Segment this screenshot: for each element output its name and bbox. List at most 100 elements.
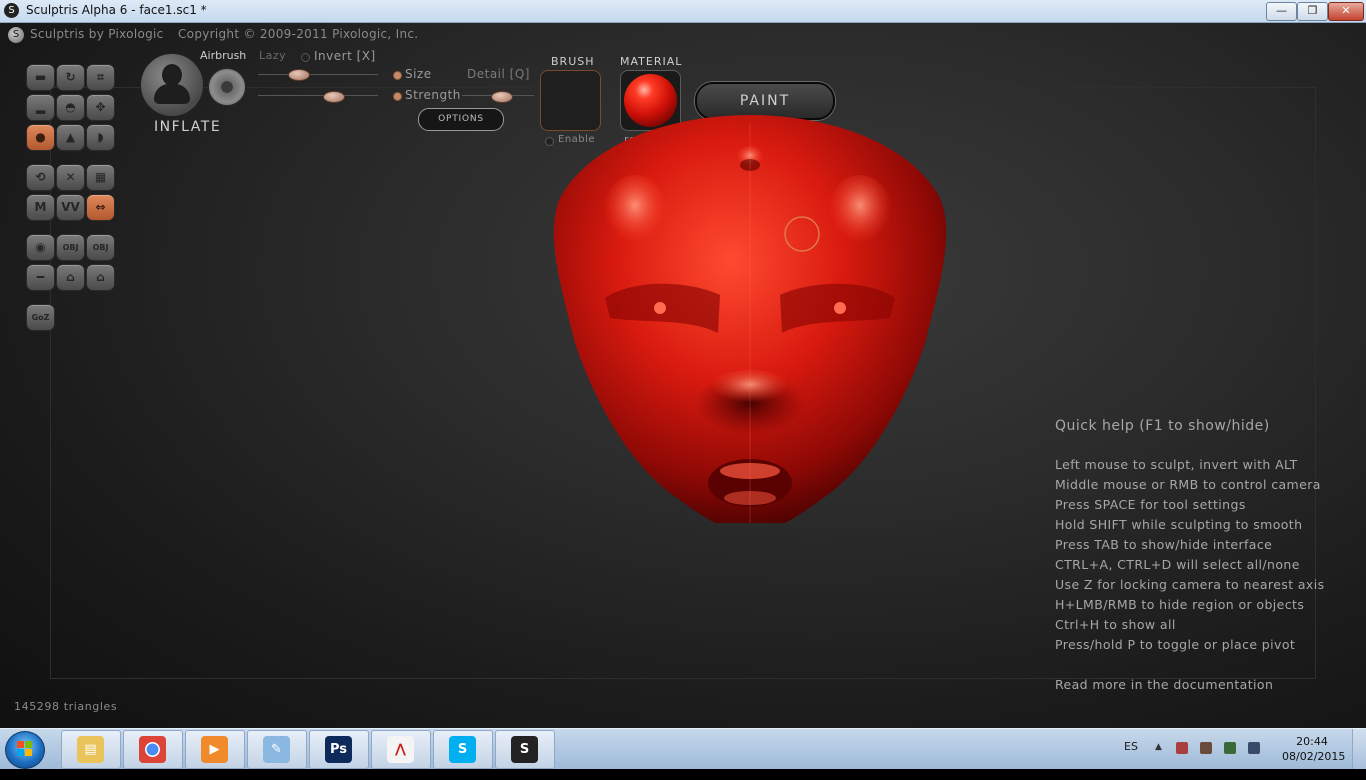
mask-tool-button[interactable]: ✕ (56, 164, 85, 191)
taskbar-acrobat-button[interactable]: ⋀ (371, 730, 431, 769)
taskbar-chrome-button[interactable] (123, 730, 183, 769)
crease-icon: ▬ (34, 70, 47, 84)
quick-help-line: Hold SHIFT while sculpting to smooth (1055, 517, 1303, 532)
notepad-icon: ✎ (263, 736, 290, 763)
strength-indicator-dot (393, 92, 402, 101)
rotate-icon: ↻ (65, 70, 76, 84)
minimize-button[interactable]: — (1266, 2, 1297, 21)
flatten-tool-button[interactable]: ▂ (26, 94, 55, 121)
strength-slider-knob[interactable] (323, 91, 345, 103)
airbrush-toggle[interactable] (208, 68, 246, 106)
save-icon: ⌂ (66, 270, 75, 284)
size-label: Size (405, 67, 432, 81)
goz-tool-button[interactable]: GoZ (26, 304, 55, 331)
strength-slider-track[interactable] (258, 95, 378, 96)
network-icon[interactable] (1224, 742, 1236, 754)
quick-help-line: Middle mouse or RMB to control camera (1055, 477, 1321, 492)
obj-export-tool-button[interactable]: OBJ (86, 234, 115, 261)
sculptris-workspace[interactable]: S Sculptris by Pixologic Copyright © 200… (0, 23, 1366, 728)
obj-import-tool-button[interactable]: OBJ (56, 234, 85, 261)
taskbar-sculptris-button[interactable]: S (495, 730, 555, 769)
taskbar-photoshop-button[interactable]: Ps (309, 730, 369, 769)
explorer-icon: ▤ (77, 736, 104, 763)
m-tool-button[interactable]: M (26, 194, 55, 221)
brush-icon-inflate[interactable] (140, 53, 204, 117)
brush-avatar-head (162, 64, 182, 86)
detail-label: Detail [Q] (467, 67, 530, 81)
brush-name: INFLATE (154, 119, 222, 135)
action-center-icon[interactable] (1176, 742, 1188, 754)
size-slider-track[interactable] (258, 74, 378, 75)
maximize-button[interactable]: ❐ (1297, 2, 1328, 21)
detail-slider-knob[interactable] (490, 91, 513, 103)
skype-icon: S (449, 736, 476, 763)
clock-date: 08/02/2015 (1282, 750, 1346, 763)
material-icon: ◉ (35, 240, 46, 254)
quick-help-line: H+LMB/RMB to hide region or objects (1055, 597, 1305, 612)
smooth-icon: ◗ (97, 130, 104, 144)
symmetry-tool-button[interactable]: ⇔ (86, 194, 115, 221)
show-hidden-icons-icon[interactable]: ▲ (1155, 742, 1167, 754)
flatten-icon: ▂ (35, 100, 46, 114)
show-desktop-button[interactable] (1352, 729, 1366, 769)
inflate-icon: ● (35, 130, 46, 144)
subdivide-icon: ▦ (94, 170, 107, 184)
invert-toggle-dot[interactable] (301, 53, 310, 62)
airbrush-label: Airbrush (200, 49, 247, 62)
reduce-icon: ⟲ (35, 170, 46, 184)
system-clock[interactable]: 20:44 08/02/2015 (1282, 734, 1346, 764)
wave-tool-button[interactable]: VV (56, 194, 85, 221)
sculpted-head-model[interactable] (540, 103, 960, 523)
quick-help-line: Press/hold P to toggle or place pivot (1055, 637, 1296, 652)
quick-help-line: CTRL+A, CTRL+D will select all/none (1055, 557, 1300, 572)
inflate-tool-button[interactable]: ● (26, 124, 55, 151)
crease-tool-button[interactable]: ▬ (26, 64, 55, 91)
pinch-tool-button[interactable]: ▲ (56, 124, 85, 151)
move-tool-button[interactable]: ✥ (86, 94, 115, 121)
media-player-icon: ▶ (201, 736, 228, 763)
pinch-icon: ▲ (65, 130, 76, 144)
load-icon: ⌂ (96, 270, 105, 284)
load-tool-button[interactable]: ⌂ (86, 264, 115, 291)
brush-section-label: BRUSH (551, 55, 595, 68)
save-tool-button[interactable]: ⌂ (56, 264, 85, 291)
window-titlebar: S Sculptris Alpha 6 - face1.sc1 * — ❐ ✕ (0, 0, 1366, 23)
crop-tool-button[interactable]: ⌗ (86, 64, 115, 91)
right-horn-bump (828, 175, 892, 251)
material-section-label: MATERIAL (620, 55, 683, 68)
lazy-label[interactable]: Lazy (259, 49, 286, 62)
material-tool-button[interactable]: ◉ (26, 234, 55, 261)
close-button[interactable]: ✕ (1328, 2, 1364, 21)
size-slider-knob[interactable] (288, 69, 310, 81)
taskbar-skype-button[interactable]: S (433, 730, 493, 769)
plane-tool-button[interactable]: ━ (26, 264, 55, 291)
options-button[interactable]: OPTIONS (418, 108, 504, 131)
sculptris-icon: S (511, 736, 538, 763)
quick-help-line: Left mouse to sculpt, invert with ALT (1055, 457, 1298, 472)
rotate-tool-button[interactable]: ↻ (56, 64, 85, 91)
quick-help-footer[interactable]: Read more in the documentation (1055, 677, 1273, 692)
reduce-tool-button[interactable]: ⟲ (26, 164, 55, 191)
subdivide-tool-button[interactable]: ▦ (86, 164, 115, 191)
quick-help-line: Use Z for locking camera to nearest axis (1055, 577, 1325, 592)
tray-app-icon[interactable] (1200, 742, 1212, 754)
grab-icon: ◓ (65, 100, 76, 114)
start-button[interactable] (5, 731, 45, 769)
invert-label[interactable]: Invert [X] (314, 49, 376, 63)
taskbar-explorer-button[interactable]: ▤ (61, 730, 121, 769)
taskbar-media-player-button[interactable]: ▶ (185, 730, 245, 769)
triangle-count: 145298 triangles (14, 700, 118, 713)
windows-logo-icon (17, 741, 33, 757)
left-horn-bump (603, 175, 667, 251)
right-eye (834, 302, 846, 314)
quick-help-line: Press SPACE for tool settings (1055, 497, 1246, 512)
taskbar-notepad-button[interactable]: ✎ (247, 730, 307, 769)
move-icon: ✥ (95, 100, 106, 114)
smooth-tool-button[interactable]: ◗ (86, 124, 115, 151)
acrobat-icon: ⋀ (387, 736, 414, 763)
grab-tool-button[interactable]: ◓ (56, 94, 85, 121)
app-copyright: Copyright © 2009-2011 Pixologic, Inc. (178, 27, 419, 41)
language-indicator[interactable]: ES (1124, 740, 1138, 780)
quick-help-line: Press TAB to show/hide interface (1055, 537, 1273, 552)
volume-icon[interactable] (1248, 742, 1260, 754)
